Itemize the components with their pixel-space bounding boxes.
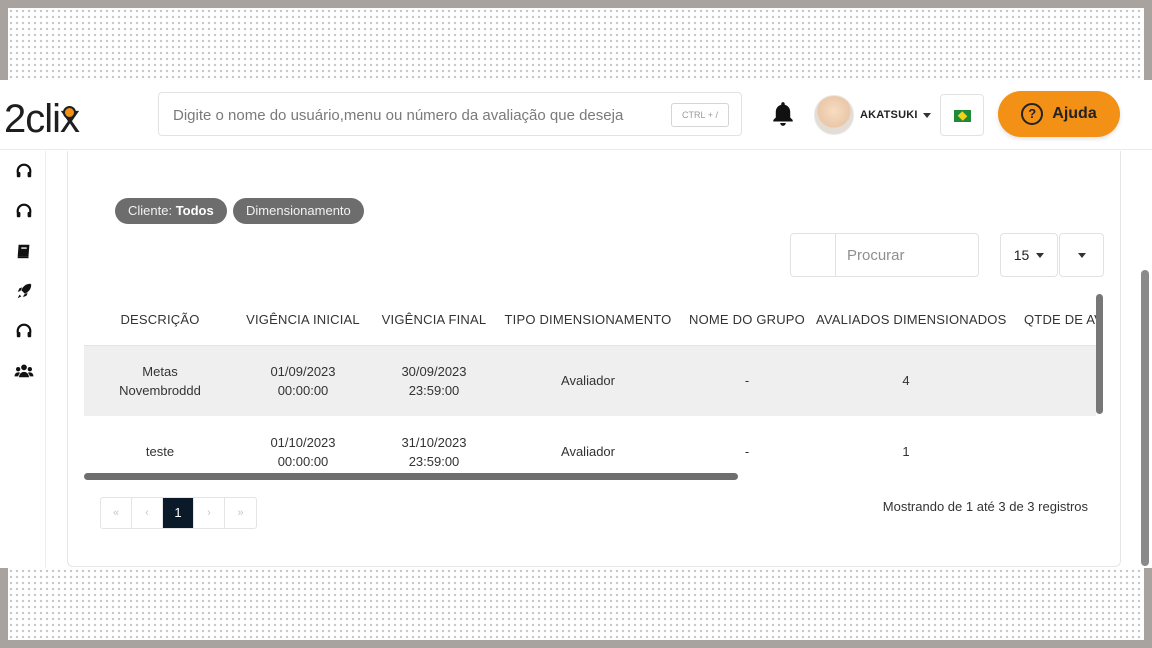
table-row[interactable]: Metas Novembroddd 01/09/2023 00:00:00 30… xyxy=(84,345,1096,416)
global-search: CTRL + / xyxy=(158,92,742,136)
user-menu[interactable]: AKATSUKI xyxy=(814,93,938,137)
avatar xyxy=(814,95,854,135)
column-header[interactable]: NOME DO GRUPO xyxy=(678,294,816,346)
cell-grupo: - xyxy=(744,444,750,459)
cell-tipo: Avaliador xyxy=(561,444,615,459)
cell-descricao: Metas Novembroddd xyxy=(84,345,236,416)
cell-line: 23:59:00 xyxy=(408,382,460,398)
cell-descricao: teste xyxy=(84,416,236,478)
cell-line: 01/10/2023 xyxy=(270,434,336,450)
page-size-value: 15 xyxy=(1013,247,1030,263)
dimensionamento-table: DESCRIÇÃO VIGÊNCIA INICIAL VIGÊNCIA FINA… xyxy=(84,294,1096,478)
question-circle-icon: ? xyxy=(1021,103,1044,125)
app-window: 2clix CTRL + / AKATSUKI ? Ajuda xyxy=(0,80,1152,568)
brand-logo[interactable]: 2clix xyxy=(4,94,104,144)
book-icon[interactable] xyxy=(15,242,33,260)
page-1-button[interactable]: 1 xyxy=(163,498,194,528)
cell-line: 00:00:00 xyxy=(277,453,329,469)
column-header[interactable]: TIPO DIMENSIONAMENTO xyxy=(498,294,678,346)
next-page-button[interactable]: › xyxy=(194,498,225,528)
headset-icon[interactable] xyxy=(15,162,33,180)
cell-vigencia-final: 30/09/2023 23:59:00 xyxy=(370,345,498,416)
type-filter-chip[interactable]: Dimensionamento xyxy=(233,198,364,224)
search-addon xyxy=(791,234,836,276)
pagination: « ‹ 1 › » xyxy=(100,497,257,529)
cell-line: 30/09/2023 xyxy=(401,363,467,379)
cell-line: Novembroddd xyxy=(119,382,201,398)
decorative-frame-bottom xyxy=(8,568,1144,640)
headset-icon[interactable] xyxy=(15,202,33,220)
user-name: AKATSUKI xyxy=(860,109,918,121)
global-search-input[interactable] xyxy=(173,103,663,127)
column-header[interactable]: QTDE DE AVALIADOS xyxy=(996,294,1096,346)
cell-vigencia-final: 31/10/2023 23:59:00 xyxy=(370,416,498,478)
records-info: Mostrando de 1 até 3 de 3 registros xyxy=(882,499,1088,514)
table-vertical-scrollbar[interactable] xyxy=(1096,294,1103,414)
column-options-dropdown[interactable] xyxy=(1059,233,1104,277)
previous-page-button[interactable]: ‹ xyxy=(132,498,163,528)
table-search-input[interactable] xyxy=(847,244,972,266)
column-header[interactable]: VIGÊNCIA FINAL xyxy=(370,294,498,346)
help-button-label: Ajuda xyxy=(1052,105,1097,122)
cell-avaliados: 4 xyxy=(816,345,996,416)
chevron-down-icon xyxy=(922,112,931,118)
first-page-button[interactable]: « xyxy=(101,498,132,528)
page-scrollbar[interactable] xyxy=(1141,270,1149,566)
cell-vigencia-inicial: 01/09/2023 00:00:00 xyxy=(236,345,370,416)
chevron-down-icon xyxy=(1077,252,1086,258)
brand-logo-text: 2clix xyxy=(4,97,80,141)
client-filter-value: Todos xyxy=(175,203,214,218)
table-horizontal-scrollbar[interactable] xyxy=(84,473,738,480)
search-shortcut-hint: CTRL + / xyxy=(671,103,729,127)
rocket-icon[interactable] xyxy=(15,282,33,300)
chevron-down-icon xyxy=(1036,252,1045,258)
brazil-flag-icon xyxy=(954,110,971,122)
cell-qtde xyxy=(996,345,1096,416)
cell-tipo: Avaliador xyxy=(498,345,678,416)
table-header-row: DESCRIÇÃO VIGÊNCIA INICIAL VIGÊNCIA FINA… xyxy=(84,294,1096,346)
cell-qtde xyxy=(996,416,1096,478)
cell-line: 31/10/2023 xyxy=(401,434,467,450)
column-header[interactable]: AVALIADOS DIMENSIONADOS xyxy=(816,294,1006,346)
users-icon[interactable] xyxy=(14,362,34,380)
cell-grupo: - xyxy=(678,345,816,416)
client-filter-label: Cliente: xyxy=(128,203,173,218)
decorative-frame-top xyxy=(8,8,1144,80)
cell-line: Metas xyxy=(142,363,178,379)
column-header[interactable]: VIGÊNCIA INICIAL xyxy=(236,294,370,346)
column-header[interactable]: DESCRIÇÃO xyxy=(84,294,236,346)
page-size-select[interactable]: 15 xyxy=(1000,233,1058,277)
cell-line: teste xyxy=(145,444,175,459)
top-header: 2clix CTRL + / AKATSUKI ? Ajuda xyxy=(0,80,1152,150)
cell-line: 01/09/2023 xyxy=(270,363,336,379)
cell-line: 00:00:00 xyxy=(277,382,329,398)
help-button[interactable]: ? Ajuda xyxy=(998,91,1120,137)
last-page-button[interactable]: » xyxy=(225,498,256,528)
type-filter-label: Dimensionamento xyxy=(246,203,351,218)
client-filter-chip[interactable]: Cliente: Todos xyxy=(115,198,227,224)
notification-bell-icon[interactable] xyxy=(770,100,796,128)
language-selector[interactable] xyxy=(940,94,984,136)
cell-avaliados: 1 xyxy=(902,444,910,459)
logo-dot-icon xyxy=(63,106,76,119)
table-row[interactable]: teste 01/10/2023 00:00:00 31/10/2023 23:… xyxy=(84,416,1096,478)
cell-line: 23:59:00 xyxy=(408,453,460,469)
cell-vigencia-inicial: 01/10/2023 00:00:00 xyxy=(236,416,370,478)
table-viewport: DESCRIÇÃO VIGÊNCIA INICIAL VIGÊNCIA FINA… xyxy=(84,294,1096,478)
table-search xyxy=(790,233,979,277)
sidebar xyxy=(0,151,46,568)
headset-icon[interactable] xyxy=(15,322,33,340)
